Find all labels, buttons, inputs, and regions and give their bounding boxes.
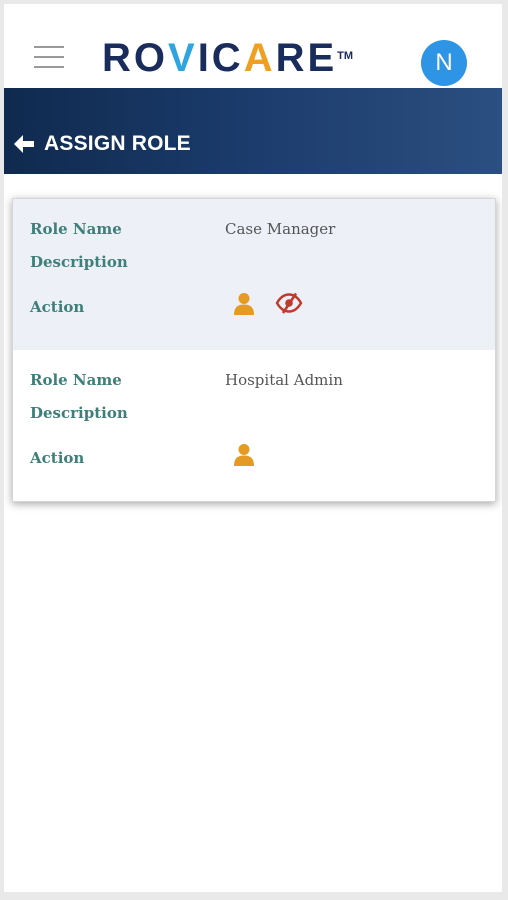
role-row: Role Name Hospital Admin Description Act… — [13, 350, 495, 501]
menu-line — [34, 66, 64, 68]
arrow-left-icon — [14, 135, 34, 153]
user-avatar[interactable]: N — [421, 40, 467, 86]
user-icon[interactable] — [233, 292, 255, 316]
page-header: ASSIGN ROLE — [4, 88, 502, 174]
roles-card: Role Name Case Manager Description Actio… — [12, 198, 496, 502]
page-title: ASSIGN ROLE — [44, 132, 191, 155]
role-name-label: Role Name — [30, 220, 122, 238]
role-name-value: Case Manager — [225, 220, 336, 238]
menu-icon[interactable] — [34, 46, 66, 72]
top-bar: ROVICARETM N — [4, 4, 502, 88]
description-label: Description — [30, 253, 128, 271]
menu-line — [34, 56, 64, 58]
user-icon[interactable] — [233, 443, 255, 467]
role-name-value: Hospital Admin — [225, 371, 343, 389]
action-label: Action — [30, 449, 85, 467]
role-name-label: Role Name — [30, 371, 122, 389]
eye-slash-icon[interactable] — [275, 292, 303, 314]
trademark-mark: TM — [337, 50, 354, 62]
menu-line — [34, 46, 64, 48]
rovicare-logo: ROVICARETM — [102, 36, 354, 80]
action-label: Action — [30, 298, 85, 316]
back-button[interactable]: ASSIGN ROLE — [12, 132, 191, 156]
app-screen: ROVICARETM N ASSIGN ROLE Role Name Case … — [4, 4, 502, 892]
role-row: Role Name Case Manager Description Actio… — [13, 199, 495, 350]
description-label: Description — [30, 404, 128, 422]
